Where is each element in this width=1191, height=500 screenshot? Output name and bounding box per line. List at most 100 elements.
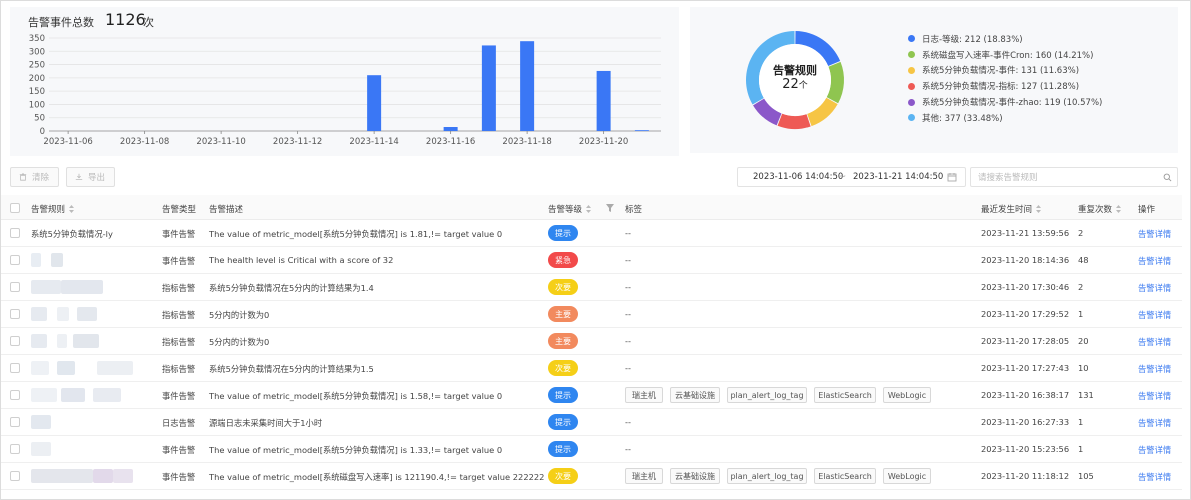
table-row[interactable]: 事件告警 The value of metric_model[系统5分钟负载情况]… [1, 382, 1182, 409]
legend-item[interactable]: 系统5分钟负载情况-指标: 127 (11.28%) [908, 78, 1102, 94]
redacted-rule-name [31, 280, 61, 294]
row-checkbox[interactable] [10, 444, 20, 454]
tag-chip[interactable]: ElasticSearch [814, 387, 876, 403]
alert-detail-link[interactable]: 告警详情 [1138, 309, 1171, 321]
row-checkbox[interactable] [10, 336, 20, 346]
tag-chip[interactable]: 云基础设施 [670, 387, 720, 403]
header-level[interactable]: 告警等级 [548, 203, 592, 215]
row-checkbox[interactable] [10, 282, 20, 292]
rule-search-input[interactable] [978, 171, 1153, 184]
table-row[interactable]: 系统5分钟负载情况-ly 事件告警 The value of metric_mode… [1, 220, 1182, 247]
row-checkbox[interactable] [10, 363, 20, 373]
tags-empty: -- [625, 282, 631, 292]
legend-item[interactable]: 日志-等级: 212 (18.83%) [908, 31, 1102, 47]
alert-detail-link[interactable]: 告警详情 [1138, 390, 1171, 402]
table-row[interactable]: 事件告警 The health level is Critical with a … [1, 247, 1182, 274]
alert-detail-link[interactable]: 告警详情 [1138, 363, 1171, 375]
table-row[interactable]: 指标告警 5分内的计数为0 主要 -- 2023-11-20 17:29:52 1 告警详情 [1, 301, 1182, 328]
redacted-rule-name [97, 361, 133, 375]
legend-dot-icon [908, 66, 915, 74]
row-checkbox[interactable] [10, 228, 20, 238]
level-badge: 提示 [548, 414, 578, 430]
alert-detail-link[interactable]: 告警详情 [1138, 417, 1171, 429]
select-all-checkbox[interactable] [10, 203, 20, 213]
tag-chip[interactable]: 云基础设施 [670, 468, 720, 484]
alert-detail-link[interactable]: 告警详情 [1138, 444, 1171, 456]
donut-center-unit: 个 [798, 81, 808, 91]
table-row[interactable]: 日志告警 源端日志未采集时间大于1小时 提示 -- 2023-11-20 16:27:3… [1, 409, 1182, 436]
tag-chip[interactable]: plan_alert_log_tag [727, 387, 807, 403]
bar-2023-11-14[interactable] [367, 75, 382, 131]
alert-type: 日志告警 [162, 418, 196, 428]
bar-2023-11-18[interactable] [520, 41, 535, 132]
clear-button[interactable]: 清除 [10, 167, 59, 187]
row-checkbox[interactable] [10, 390, 20, 400]
date-range-end[interactable]: 2023-11-21 14:04:50 [853, 172, 943, 182]
row-checkbox[interactable] [10, 471, 20, 481]
tag-chip[interactable]: 瑞主机 [625, 468, 663, 484]
legend-item[interactable]: 其他: 377 (33.48%) [908, 110, 1102, 126]
alert-detail-link[interactable]: 告警详情 [1138, 255, 1171, 267]
last-occurred-time: 2023-11-20 18:14:36 [981, 255, 1070, 265]
alert-dashboard: 0 50 100 150 200 250 300 350 2023-11-06 2023-11-0… [0, 0, 1191, 500]
sort-icon[interactable] [1036, 205, 1042, 213]
bar-2023-11-20[interactable] [596, 70, 611, 131]
bar-2023-11-21[interactable] [634, 130, 649, 131]
row-checkbox[interactable] [10, 417, 20, 427]
tag-chip[interactable]: WebLogic [883, 468, 931, 484]
filter-icon[interactable] [606, 204, 614, 212]
alert-detail-link[interactable]: 告警详情 [1138, 336, 1171, 348]
y-tick-label: 0 [40, 127, 45, 137]
level-badge: 次要 [548, 279, 578, 295]
redacted-rule-name [31, 334, 47, 348]
tag-chip[interactable]: WebLogic [883, 387, 931, 403]
table-row[interactable]: 事件告警 The value of metric_model[系统磁盘写入速率] … [1, 463, 1182, 490]
clear-button-label: 清除 [32, 173, 50, 183]
tag-chip[interactable]: ElasticSearch [814, 468, 876, 484]
sort-icon[interactable] [1116, 205, 1122, 213]
repeat-count: 2 [1078, 228, 1084, 238]
header-count-label: 重复次数 [1078, 205, 1113, 215]
bar-2023-11-16[interactable] [443, 127, 458, 131]
x-tick-label: 2023-11-08 [120, 137, 169, 147]
tag-chip[interactable]: plan_alert_log_tag [727, 468, 807, 484]
table-row[interactable]: 指标告警 5分内的计数为0 主要 -- 2023-11-20 17:28:05 20 告警详… [1, 328, 1182, 355]
legend-item[interactable]: 系统5分钟负载情况-事件-zhao: 119 (10.57%) [908, 94, 1102, 110]
legend-item[interactable]: 系统5分钟负载情况-事件: 131 (11.63%) [908, 63, 1102, 79]
date-range-start[interactable]: 2023-11-06 14:04:50 [753, 172, 843, 182]
table-row[interactable]: 指标告警 系统5分钟负载情况在5分内的计算结果为1.4 次要 -- 2023-11-20… [1, 274, 1182, 301]
bar-2023-11-17[interactable] [481, 45, 496, 131]
legend-dot-icon [908, 98, 915, 106]
total-alerts-label: 告警事件总数 [28, 16, 94, 29]
table-row[interactable]: 事件告警 The value of metric_model[系统5分钟负载情况]… [1, 436, 1182, 463]
x-tick-label: 2023-11-14 [349, 137, 398, 147]
header-time[interactable]: 最近发生时间 [981, 203, 1042, 215]
legend-item[interactable]: 系统磁盘写入速率-事件Cron: 160 (14.21%) [908, 47, 1102, 63]
tag-chip[interactable]: 瑞主机 [625, 387, 663, 403]
rule-search-box[interactable] [970, 167, 1178, 187]
header-op: 操作 [1138, 203, 1155, 215]
sort-icon[interactable] [69, 205, 75, 213]
sort-icon[interactable] [586, 205, 592, 213]
redacted-rule-name [57, 334, 67, 348]
donut-center-value: 22 [782, 77, 799, 92]
header-desc-label: 告警描述 [209, 205, 244, 215]
y-tick-label: 250 [29, 61, 45, 71]
level-badge: 次要 [548, 468, 578, 484]
date-range-picker[interactable]: 2023-11-06 14:04:50 ~ 2023-11-21 14:04:5… [737, 167, 966, 187]
alert-type: 指标告警 [162, 283, 196, 293]
alert-type: 事件告警 [162, 391, 196, 401]
header-count[interactable]: 重复次数 [1078, 203, 1122, 215]
x-tick-label: 2023-11-06 [43, 137, 92, 147]
alert-detail-link[interactable]: 告警详情 [1138, 228, 1171, 240]
search-icon[interactable] [1163, 173, 1172, 182]
rule-name[interactable]: 系统5分钟负载情况-ly [31, 228, 113, 240]
alert-detail-link[interactable]: 告警详情 [1138, 282, 1171, 294]
row-checkbox[interactable] [10, 309, 20, 319]
export-button[interactable]: 导出 [66, 167, 115, 187]
row-checkbox[interactable] [10, 255, 20, 265]
alert-detail-link[interactable]: 告警详情 [1138, 471, 1171, 483]
y-tick-label: 200 [29, 74, 45, 84]
header-rule[interactable]: 告警规则 [31, 203, 75, 215]
table-row[interactable]: 指标告警 系统5分钟负载情况在5分内的计算结果为1.5 次要 -- 2023-11-20… [1, 355, 1182, 382]
